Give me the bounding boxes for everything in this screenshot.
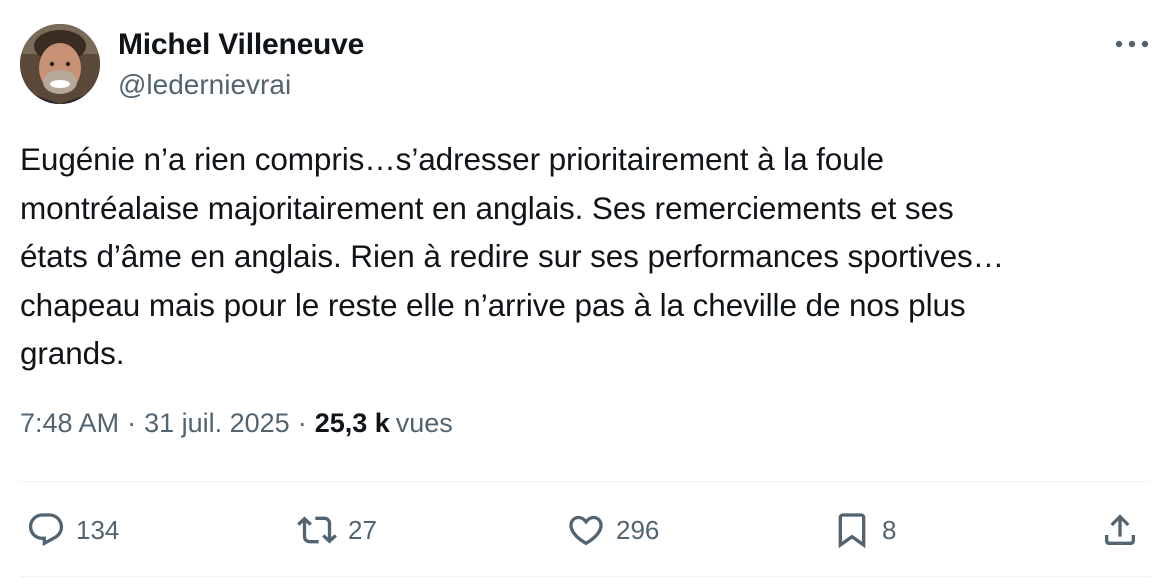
views-label: vues	[395, 408, 453, 438]
reply-count: 134	[76, 514, 120, 545]
avatar[interactable]	[20, 24, 100, 104]
tweet-meta: 7:48 AM · 31 juil. 2025 · 25,3 k vues	[20, 408, 453, 439]
share-icon	[1105, 514, 1135, 545]
reply-icon	[28, 513, 64, 547]
tweet-text-line: grands.	[20, 335, 125, 371]
tweet-text: Eugénie n’a rien compris…s’adresser prio…	[20, 135, 1140, 378]
tweet-text-line: Eugénie n’a rien compris…s’adresser prio…	[20, 141, 884, 177]
tweet-text-line: chapeau mais pour le reste elle n’arrive…	[20, 286, 966, 323]
like-button[interactable]: 296	[566, 505, 659, 555]
bookmark-icon	[838, 513, 866, 549]
reply-button[interactable]: 134	[26, 505, 119, 555]
divider	[20, 481, 1150, 482]
repost-count: 27	[348, 514, 377, 545]
meta-separator: ·	[297, 408, 307, 438]
tweet-text-line: montréalaise majoritairement en anglais.…	[20, 189, 954, 226]
views-count[interactable]: 25,3 k	[315, 408, 390, 439]
tweet-date[interactable]: 31 juil. 2025	[144, 408, 290, 439]
tweet-time[interactable]: 7:48 AM	[20, 408, 119, 439]
repost-button[interactable]: 27	[296, 505, 377, 555]
divider	[20, 576, 1150, 577]
avatar-photo	[20, 24, 100, 104]
author-display-name[interactable]: Michel Villeneuve	[118, 28, 364, 62]
more-options-button[interactable]	[1112, 28, 1152, 60]
bookmark-count: 8	[882, 514, 897, 545]
author-handle[interactable]: @ledernievrai	[118, 69, 291, 101]
action-bar: 134 27 296 8	[0, 505, 1170, 555]
share-button[interactable]	[1100, 505, 1140, 555]
like-count: 296	[616, 514, 660, 545]
more-horizontal-icon	[1115, 40, 1149, 48]
meta-separator: ·	[127, 408, 137, 438]
tweet-text-line: états d’âme en anglais. Rien à redire su…	[20, 238, 1005, 274]
repost-icon	[297, 516, 337, 544]
heart-icon	[569, 515, 603, 546]
bookmark-button[interactable]: 8	[832, 505, 896, 555]
